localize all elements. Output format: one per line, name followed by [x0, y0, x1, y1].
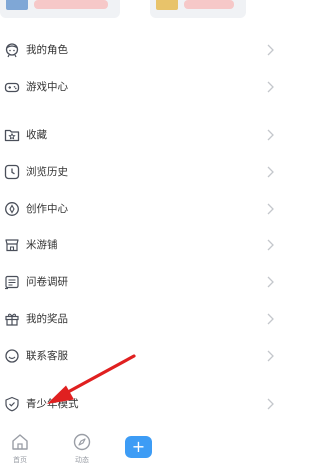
menu-item-label: 米游铺	[26, 239, 58, 252]
compass-icon	[72, 432, 92, 452]
chevron-right-icon	[267, 166, 274, 178]
chevron-right-icon	[267, 398, 274, 410]
settings-menu: 我的角色 游戏中心 收藏 浏览历史 创作中心 米游铺 问卷调研 我的奖品 联系客…	[0, 32, 280, 460]
survey-icon	[4, 274, 20, 290]
menu-item-history[interactable]: 浏览历史	[0, 154, 280, 191]
menu-item-game-center[interactable]: 游戏中心	[0, 69, 280, 106]
menu-item-label: 问卷调研	[26, 276, 68, 289]
menu-item-label: 联系客服	[26, 349, 68, 362]
menu-item-teen-mode[interactable]: 青少年模式	[0, 386, 280, 423]
creator-icon	[4, 201, 20, 217]
menu-item-my-role[interactable]: 我的角色	[0, 32, 280, 69]
top-cards	[0, 0, 280, 22]
gift-icon	[4, 311, 20, 327]
home-icon	[10, 432, 30, 452]
menu-item-label: 浏览历史	[26, 166, 68, 179]
tab-home[interactable]: 首页	[0, 430, 40, 468]
chevron-right-icon	[267, 313, 274, 325]
chevron-right-icon	[267, 44, 274, 56]
chevron-right-icon	[267, 239, 274, 251]
menu-item-label: 收藏	[26, 129, 47, 142]
tab-dynamic-label: 动态	[75, 456, 89, 464]
menu-item-label: 青少年模式	[26, 398, 79, 411]
menu-item-my-prizes[interactable]: 我的奖品	[0, 301, 280, 338]
clock-icon	[4, 164, 20, 180]
customer-service-icon	[4, 348, 20, 364]
chevron-right-icon	[267, 276, 274, 288]
menu-item-label: 游戏中心	[26, 80, 68, 93]
menu-item-survey[interactable]: 问卷调研	[0, 264, 280, 301]
menu-item-mihoyo-shop[interactable]: 米游铺	[0, 227, 280, 264]
shield-icon	[4, 396, 20, 412]
card-text-placeholder	[34, 0, 108, 9]
menu-item-label: 创作中心	[26, 202, 68, 215]
card-chip-icon	[156, 0, 178, 10]
bottom-tab-bar: 首页 动态 +	[0, 428, 160, 470]
menu-item-favorites[interactable]: 收藏	[0, 117, 280, 154]
chevron-right-icon	[267, 129, 274, 141]
menu-item-creator-center[interactable]: 创作中心	[0, 191, 280, 228]
chevron-right-icon	[267, 203, 274, 215]
tab-home-label: 首页	[13, 456, 27, 464]
gamepad-icon	[4, 79, 20, 95]
plus-icon: +	[131, 437, 146, 456]
menu-item-label: 我的角色	[26, 44, 68, 56]
top-card-right[interactable]	[150, 0, 246, 18]
menu-item-customer-service[interactable]: 联系客服	[0, 338, 280, 375]
tab-dynamic[interactable]: 动态	[62, 430, 102, 468]
post-button[interactable]: +	[125, 436, 152, 458]
top-card-left[interactable]	[0, 0, 120, 18]
shop-icon	[4, 237, 20, 253]
card-text-placeholder	[184, 0, 234, 9]
chevron-right-icon	[267, 350, 274, 362]
chevron-right-icon	[267, 81, 274, 93]
person-icon	[4, 42, 20, 58]
menu-item-label: 我的奖品	[26, 312, 68, 325]
star-folder-icon	[4, 127, 20, 143]
card-chip-icon	[6, 0, 28, 10]
